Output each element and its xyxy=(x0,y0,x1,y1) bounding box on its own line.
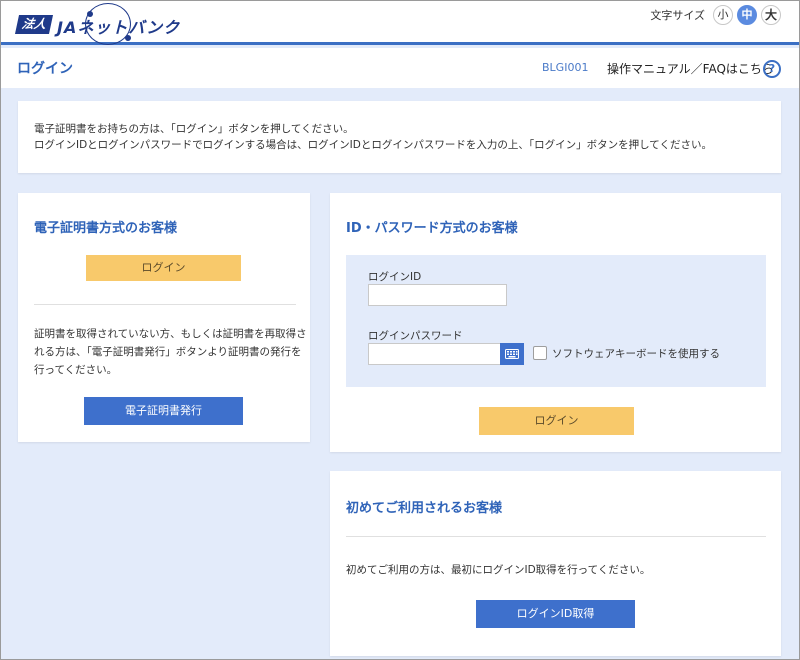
notice-panel: 電子証明書をお持ちの方は、「ログイン」ボタンを押してください。 ログインIDとロ… xyxy=(18,101,781,173)
page-title: ログイン xyxy=(17,61,73,77)
page-frame: 法人 JAネットバンク 文字サイズ 小 中 大 ログイン BLGI001 操作マ… xyxy=(0,0,800,660)
certificate-login-panel: 電子証明書方式のお客様 ログイン 証明書を取得されていない方、もしくは証明書を再… xyxy=(18,193,310,442)
top-bar: 法人 JAネットバンク 文字サイズ 小 中 大 xyxy=(1,1,799,45)
first-time-user-panel: 初めてご利用されるお客様 初めてご利用の方は、最初にログインID取得を行ってくだ… xyxy=(330,471,781,656)
divider xyxy=(34,304,296,305)
certificate-heading: 電子証明書方式のお客様 xyxy=(34,221,178,236)
login-id-input[interactable] xyxy=(368,284,507,306)
ja-netbank-logo[interactable]: 法人 JAネットバンク xyxy=(14,3,181,45)
font-size-medium-button[interactable]: 中 xyxy=(737,5,757,25)
id-password-heading: ID・パスワード方式のお客様 xyxy=(346,221,518,236)
id-password-login-button[interactable]: ログイン xyxy=(479,407,634,435)
certificate-description: 証明書を取得されていない方、もしくは証明書を再取得される方は、「電子証明書発行」… xyxy=(34,328,307,376)
logo-corporate-badge: 法人 xyxy=(14,15,54,34)
id-password-login-panel: ID・パスワード方式のお客様 ログインID ログインパスワード ソフトウェアキー… xyxy=(330,193,781,452)
certificate-login-button[interactable]: ログイン xyxy=(86,255,241,281)
software-keyboard-label[interactable]: ソフトウェアキーボードを使用する xyxy=(552,346,720,361)
font-size-switcher: 文字サイズ 小 中 大 xyxy=(650,5,781,25)
font-size-large-button[interactable]: 大 xyxy=(761,5,781,25)
divider xyxy=(346,536,766,537)
font-size-label: 文字サイズ xyxy=(650,9,705,22)
issue-certificate-button[interactable]: 電子証明書発行 xyxy=(84,397,243,425)
font-size-small-button[interactable]: 小 xyxy=(713,5,733,25)
get-login-id-button[interactable]: ログインID取得 xyxy=(476,600,635,628)
login-id-label: ログインID xyxy=(368,271,422,283)
logo-brand-text: JAネットバンク xyxy=(57,18,181,37)
password-label: ログインパスワード xyxy=(368,330,463,342)
page-header: ログイン BLGI001 操作マニュアル／FAQはこちら ? xyxy=(1,48,799,88)
manual-faq-link[interactable]: 操作マニュアル／FAQはこちら xyxy=(607,60,774,77)
password-input[interactable] xyxy=(368,343,501,365)
notice-line: 電子証明書をお持ちの方は、「ログイン」ボタンを押してください。 xyxy=(34,123,354,135)
help-icon[interactable]: ? xyxy=(763,60,781,78)
first-time-description: 初めてご利用の方は、最初にログインID取得を行ってください。 xyxy=(346,564,651,576)
first-time-heading: 初めてご利用されるお客様 xyxy=(346,501,503,516)
keyboard-icon[interactable] xyxy=(500,343,524,365)
software-keyboard-checkbox[interactable] xyxy=(533,346,547,360)
notice-line: ログインIDとログインパスワードでログインする場合は、ログインIDとログインパス… xyxy=(34,139,712,151)
screen-code: BLGI001 xyxy=(542,61,589,74)
login-form: ログインID ログインパスワード ソフトウェアキーボードを使用する xyxy=(346,255,766,387)
